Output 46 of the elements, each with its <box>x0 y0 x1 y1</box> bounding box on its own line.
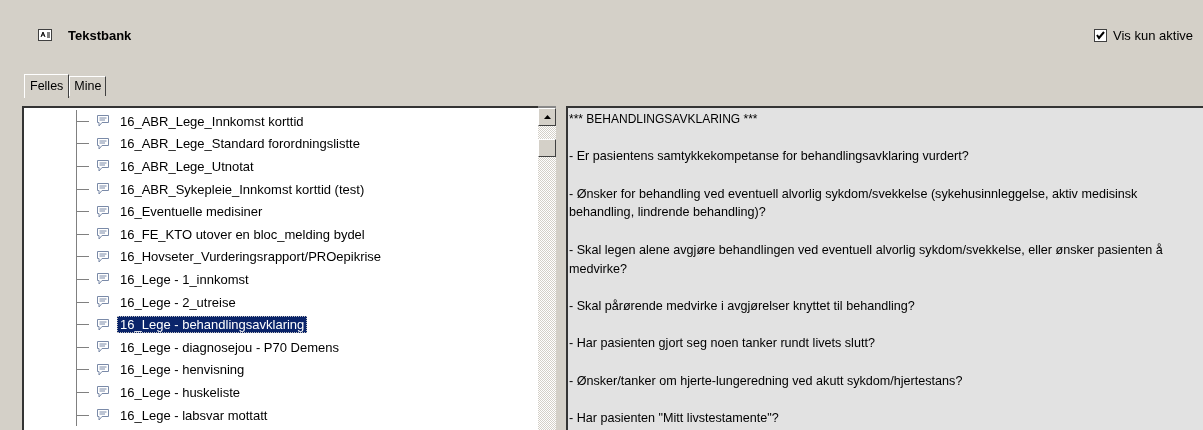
speech-bubble-icon <box>95 204 111 219</box>
speech-bubble-icon <box>95 385 111 400</box>
tree-item[interactable]: 16_Hovseter_Vurderingsrapport/PROepikrise <box>117 248 385 266</box>
speech-bubble-icon <box>95 340 111 355</box>
tree-item[interactable]: 16_Lege - 2_utreise <box>117 293 239 311</box>
tab[interactable]: Felles <box>24 74 70 98</box>
scrollbar[interactable] <box>538 106 556 430</box>
preview-paragraph: - Ønsker/tanker om hjerte-lungeredning ved akutt sykdom/hjertestans? <box>569 372 964 390</box>
preview-paragraph: - Har pasienten "Mitt livstestamente"? <box>569 410 780 428</box>
tree-item[interactable]: 16_FE_KTO utover en bloc_melding bydel <box>117 225 368 243</box>
speech-bubble-icon <box>95 317 111 332</box>
speech-bubble-icon <box>95 114 111 129</box>
tree-item[interactable]: 16_Lege - 1_innkomst <box>117 270 252 288</box>
checkbox-icon <box>1094 28 1108 42</box>
speech-bubble-icon <box>95 295 111 310</box>
text-card-icon <box>38 29 52 41</box>
preview-paragraph: *** BEHANDLINGSAVKLARING *** <box>569 111 759 128</box>
preview-paragraph: - Er pasientens samtykkekompetanse for behandlingsavklaring vurdert? <box>569 148 970 166</box>
tree-item[interactable]: 16_Lege - diagnosejou - P70 Demens <box>117 338 342 356</box>
preview-paragraph: - Ønsker for behandling ved eventuell alvorlig sykdom/svekkelse (sykehusinnleggelse, aktiv medisinsk behandling, lindrende behandling)? <box>569 185 1139 222</box>
speech-bubble-icon <box>95 408 111 422</box>
preview-paragraph: - Skal pårørende medvirke i avgjørelser knyttet til behandling? <box>569 297 916 315</box>
tree-item[interactable]: 16_Lege - behandlingsavklaring <box>117 316 308 334</box>
speech-bubble-icon <box>95 182 111 197</box>
tree-item[interactable]: 16_Lege - henvisning <box>117 361 248 379</box>
up-arrow-icon <box>543 115 551 119</box>
tree-item[interactable]: 16_Lege - huskeliste <box>117 383 243 401</box>
tab[interactable]: Mine <box>69 76 107 96</box>
preview-paragraph: - Har pasienten gjort seg noen tanker rundt livets slutt? <box>569 335 876 353</box>
active-only-checkbox[interactable]: Vis kun aktive <box>1094 27 1193 43</box>
tree-item[interactable]: 16_ABR_Sykepleie_Innkomst korttid (test) <box>117 180 368 198</box>
scroll-thumb[interactable] <box>538 139 556 157</box>
speech-bubble-icon <box>95 249 111 264</box>
tree-item[interactable]: 16_ABR_Lege_Utnotat <box>117 158 257 175</box>
scroll-up-button[interactable] <box>538 108 556 126</box>
tree-item[interactable]: 16_ABR_Lege_Standard forordningslistte <box>117 135 363 153</box>
speech-bubble-icon <box>95 159 111 174</box>
speech-bubble-icon <box>95 227 111 242</box>
speech-bubble-icon <box>95 272 111 287</box>
tree-item[interactable]: 16_Eventuelle medisiner <box>117 203 266 221</box>
tree-item[interactable]: 16_Lege - labsvar mottatt <box>117 406 271 424</box>
preview-paragraph: - Skal legen alene avgjøre behandlingen ved eventuell alvorlig sykdom/svekkelse, eller ønsker pasienten å medvirke? <box>569 241 1164 278</box>
window-title: Tekstbank <box>68 27 132 43</box>
speech-bubble-icon <box>95 136 111 151</box>
tree-item[interactable]: 16_ABR_Lege_Innkomst korttid <box>117 112 307 130</box>
speech-bubble-icon <box>95 362 111 377</box>
